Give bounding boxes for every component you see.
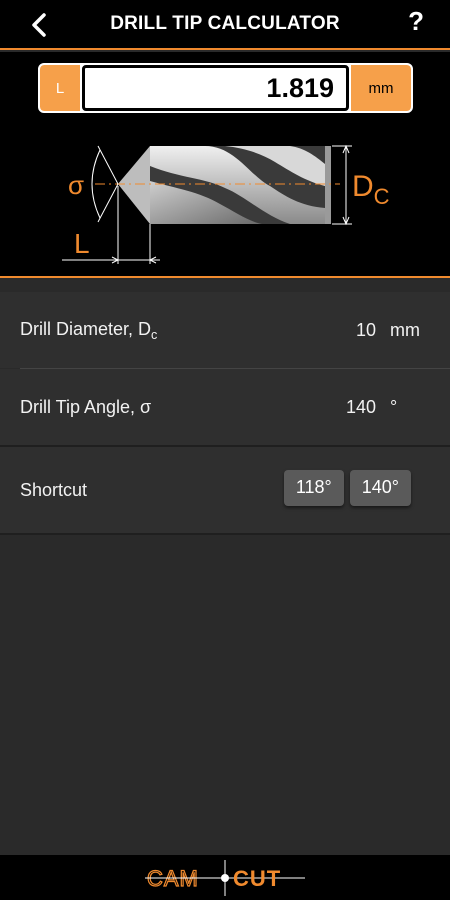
footer-logo: CAM CUT [0, 855, 450, 900]
sigma-label: σ [68, 170, 84, 200]
svg-text:CUT: CUT [233, 866, 281, 891]
back-button[interactable] [22, 8, 56, 42]
divider [0, 533, 450, 535]
chevron-left-icon [32, 13, 46, 37]
shortcut-row: Shortcut 118° 140° [0, 447, 450, 533]
result-field: L 1.819 mm [38, 63, 413, 113]
drill-tip [118, 146, 150, 224]
drill-tip-angle-unit: ° [390, 396, 398, 417]
result-tag: L [40, 65, 80, 111]
drill-diameter-label: Drill Diameter, Dc [20, 318, 158, 342]
L-label: L [74, 228, 90, 259]
drill-tip-angle-row[interactable]: Drill Tip Angle, σ 140 ° [0, 369, 450, 445]
drill-diameter-unit: mm [390, 319, 420, 340]
shortcut-label: Shortcut [20, 479, 88, 500]
drill-diagram: σ L DC [62, 144, 390, 264]
camcut-logo: CAM CUT [145, 859, 305, 896]
input-list: Drill Diameter, Dc 10 mm Drill Tip Angle… [0, 292, 450, 535]
page-title: DRILL TIP CALCULATOR [110, 13, 340, 34]
drill-tip-angle-label: Drill Tip Angle, σ [20, 396, 152, 417]
help-button[interactable]: ? [408, 6, 424, 37]
top-bar: DRILL TIP CALCULATOR ? [0, 0, 450, 50]
drill-diameter-row[interactable]: Drill Diameter, Dc 10 mm [0, 292, 450, 368]
dc-label: DC [352, 170, 390, 209]
shortcut-118-button[interactable]: 118° [283, 469, 344, 506]
shortcut-140-button[interactable]: 140° [349, 469, 411, 506]
result-panel: L 1.819 mm σ L DC [0, 52, 450, 278]
drill-tip-angle-value[interactable]: 140 [316, 397, 376, 418]
result-unit-button[interactable]: mm [351, 65, 411, 111]
drill-diameter-value[interactable]: 10 [316, 320, 376, 341]
result-value: 1.819 [82, 65, 349, 111]
drill-shank [325, 146, 331, 224]
